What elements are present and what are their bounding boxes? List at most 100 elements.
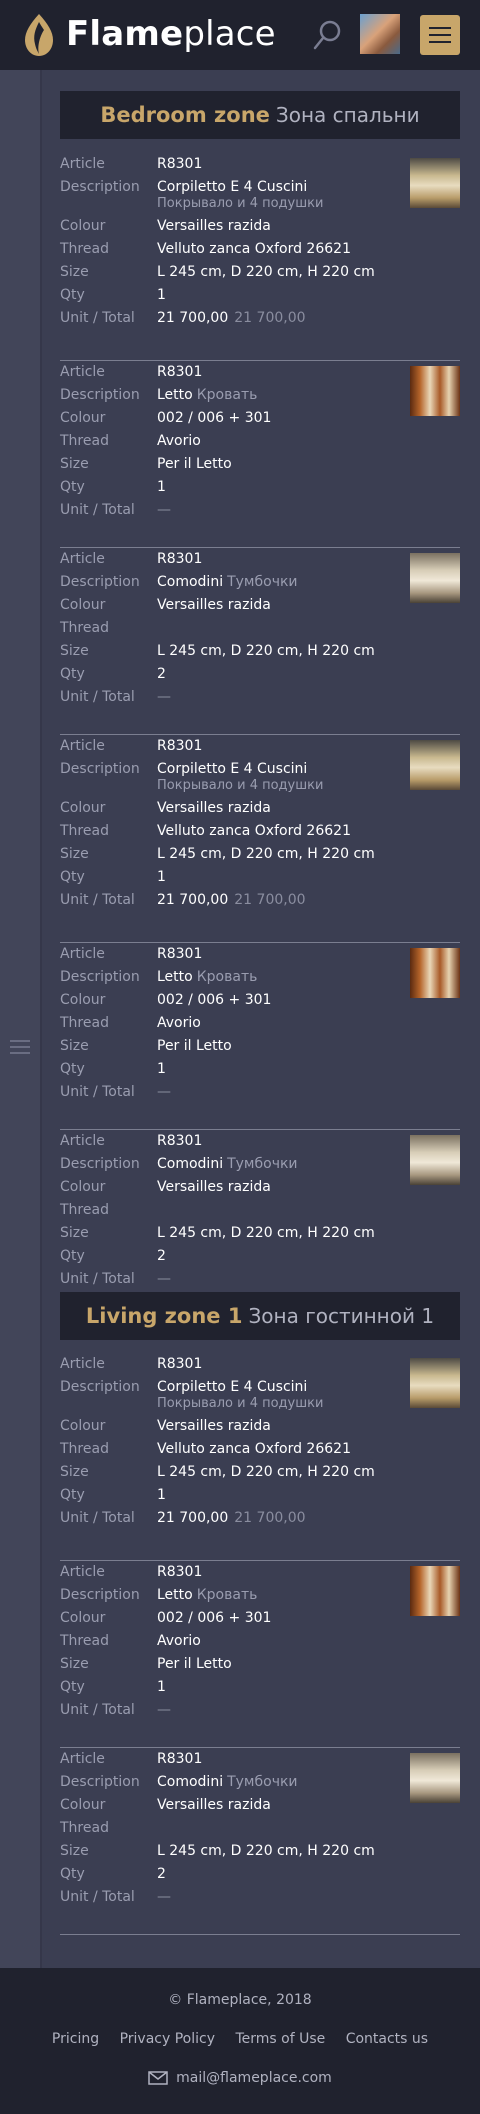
thread-value: Velluto zanca Oxford 26621 (157, 823, 351, 839)
bedspread-image[interactable] (410, 740, 460, 790)
hamburger-line (429, 34, 451, 36)
description-row: Description Letto Кровать (60, 966, 460, 988)
size-label: Size (60, 1843, 89, 1859)
qty-row: Qty 1 (60, 1484, 460, 1506)
thread-label: Thread (60, 241, 109, 257)
description-sub: Тумбочки (227, 574, 298, 590)
article-row: Article R8301 (60, 1353, 460, 1375)
bed-image[interactable] (410, 1566, 460, 1616)
size-label: Size (60, 1038, 89, 1054)
article-label: Article (60, 551, 105, 567)
article-value: R8301 (157, 1133, 203, 1149)
unit-total-label: Unit / Total (60, 502, 135, 518)
menu-button[interactable] (420, 15, 460, 55)
bed-image[interactable] (410, 948, 460, 998)
description-main: Letto (157, 1587, 193, 1603)
nightstand-image[interactable] (410, 1135, 460, 1185)
colour-value: Versailles razida (157, 1179, 271, 1195)
email-text: mail@flameplace.com (176, 2070, 332, 2086)
nightstand-image[interactable] (410, 553, 460, 603)
colour-value: Versailles razida (157, 1797, 271, 1813)
sidebar-toggle-icon[interactable] (10, 1040, 30, 1056)
thread-row: Thread Velluto zanca Oxford 26621 (60, 238, 460, 260)
unit-total-row: Unit / Total — (60, 1081, 460, 1103)
unit-total-row: Unit / Total 21 700,00 21 700,00 (60, 1507, 460, 1529)
order-item: Article R8301 Description Corpiletto E 4 Cu… (60, 735, 460, 943)
unit-price: — (157, 1084, 171, 1100)
flame-logo-icon[interactable] (22, 12, 56, 58)
unit-total-row: Unit / Total — (60, 686, 460, 708)
footer-link-pricing[interactable]: Pricing (52, 2031, 99, 2047)
footer-link-terms[interactable]: Terms of Use (235, 2031, 325, 2047)
order-item: Article R8301 Description Comodini Тумбочки C… (60, 1130, 460, 1317)
unit-total-row: Unit / Total — (60, 1699, 460, 1721)
colour-label: Colour (60, 992, 106, 1008)
bed-image[interactable] (410, 366, 460, 416)
article-label: Article (60, 1564, 105, 1580)
footer-link-contacts[interactable]: Contacts us (346, 2031, 428, 2047)
thread-label: Thread (60, 1015, 109, 1031)
order-item: Article R8301 Description Comodini Тумбочки C… (60, 1748, 460, 1935)
article-value: R8301 (157, 1751, 203, 1767)
qty-label: Qty (60, 1061, 85, 1077)
unit-total-row: Unit / Total — (60, 1886, 460, 1908)
unit-total-label: Unit / Total (60, 1889, 135, 1905)
size-label: Size (60, 264, 89, 280)
description-main: Corpiletto E 4 Cuscini (157, 1379, 308, 1395)
article-label: Article (60, 946, 105, 962)
size-value: L 245 cm, D 220 cm, H 220 cm (157, 264, 375, 280)
description-row: Description Comodini Тумбочки (60, 1153, 460, 1175)
total-price: 21 700,00 (234, 1510, 306, 1526)
description-main: Comodini (157, 1774, 224, 1790)
order-item: Article R8301 Description Letto Кровать Colou… (60, 361, 460, 548)
nightstand-image[interactable] (410, 1753, 460, 1803)
colour-label: Colour (60, 597, 106, 613)
footer-email[interactable]: mail@flameplace.com (0, 2070, 480, 2086)
user-avatar[interactable] (360, 14, 400, 54)
description-label: Description (60, 387, 140, 403)
thread-value: Avorio (157, 433, 201, 449)
unit-total-value: — (157, 499, 171, 521)
sidebar (0, 70, 42, 1968)
thread-row: Thread (60, 1817, 460, 1839)
thread-label: Thread (60, 620, 109, 636)
search-icon[interactable] (312, 18, 342, 52)
article-label: Article (60, 156, 105, 172)
size-row: Size L 245 cm, D 220 cm, H 220 cm (60, 640, 460, 662)
description-row: Description Letto Кровать (60, 384, 460, 406)
description-value: Letto Кровать (157, 966, 257, 988)
footer-link-privacy[interactable]: Privacy Policy (120, 2031, 215, 2047)
qty-row: Qty 1 (60, 866, 460, 888)
footer-links: Pricing Privacy Policy Terms of Use Cont… (0, 2031, 480, 2047)
description-sub: Покрывало и 4 подушки (157, 1396, 324, 1411)
qty-label: Qty (60, 287, 85, 303)
article-value: R8301 (157, 1356, 203, 1372)
unit-total-value: — (157, 1081, 171, 1103)
qty-value: 2 (157, 666, 166, 682)
size-row: Size L 245 cm, D 220 cm, H 220 cm (60, 1840, 460, 1862)
order-item: Article R8301 Description Letto Кровать Colou… (60, 943, 460, 1130)
colour-value: 002 / 006 + 301 (157, 410, 272, 426)
bedspread-image[interactable] (410, 158, 460, 208)
size-row: Size Per il Letto (60, 1035, 460, 1057)
brand-name[interactable]: Flameplace (66, 14, 276, 54)
description-label: Description (60, 761, 140, 777)
bedspread-image[interactable] (410, 1358, 460, 1408)
description-main: Corpiletto E 4 Cuscini (157, 761, 308, 777)
description-value: Corpiletto E 4 Cuscini (157, 176, 307, 198)
colour-label: Colour (60, 1797, 106, 1813)
qty-value: 1 (157, 479, 166, 495)
thread-label: Thread (60, 1441, 109, 1457)
qty-row: Qty 1 (60, 1676, 460, 1698)
unit-total-value: 21 700,00 21 700,00 (157, 307, 306, 329)
article-row: Article R8301 (60, 153, 460, 175)
unit-price: 21 700,00 (157, 1510, 229, 1526)
description-value: Letto Кровать (157, 1584, 257, 1606)
qty-value: 1 (157, 1679, 166, 1695)
description-value: Corpiletto E 4 Cuscini (157, 1376, 307, 1398)
unit-total-row: Unit / Total 21 700,00 21 700,00 (60, 307, 460, 329)
top-header: Flameplace (0, 0, 480, 70)
article-row: Article R8301 (60, 1130, 460, 1152)
zone-header-living: Living zone 1 Зона гостинной 1 (60, 1292, 460, 1340)
zone-subtitle: Зона спальни (275, 103, 420, 127)
